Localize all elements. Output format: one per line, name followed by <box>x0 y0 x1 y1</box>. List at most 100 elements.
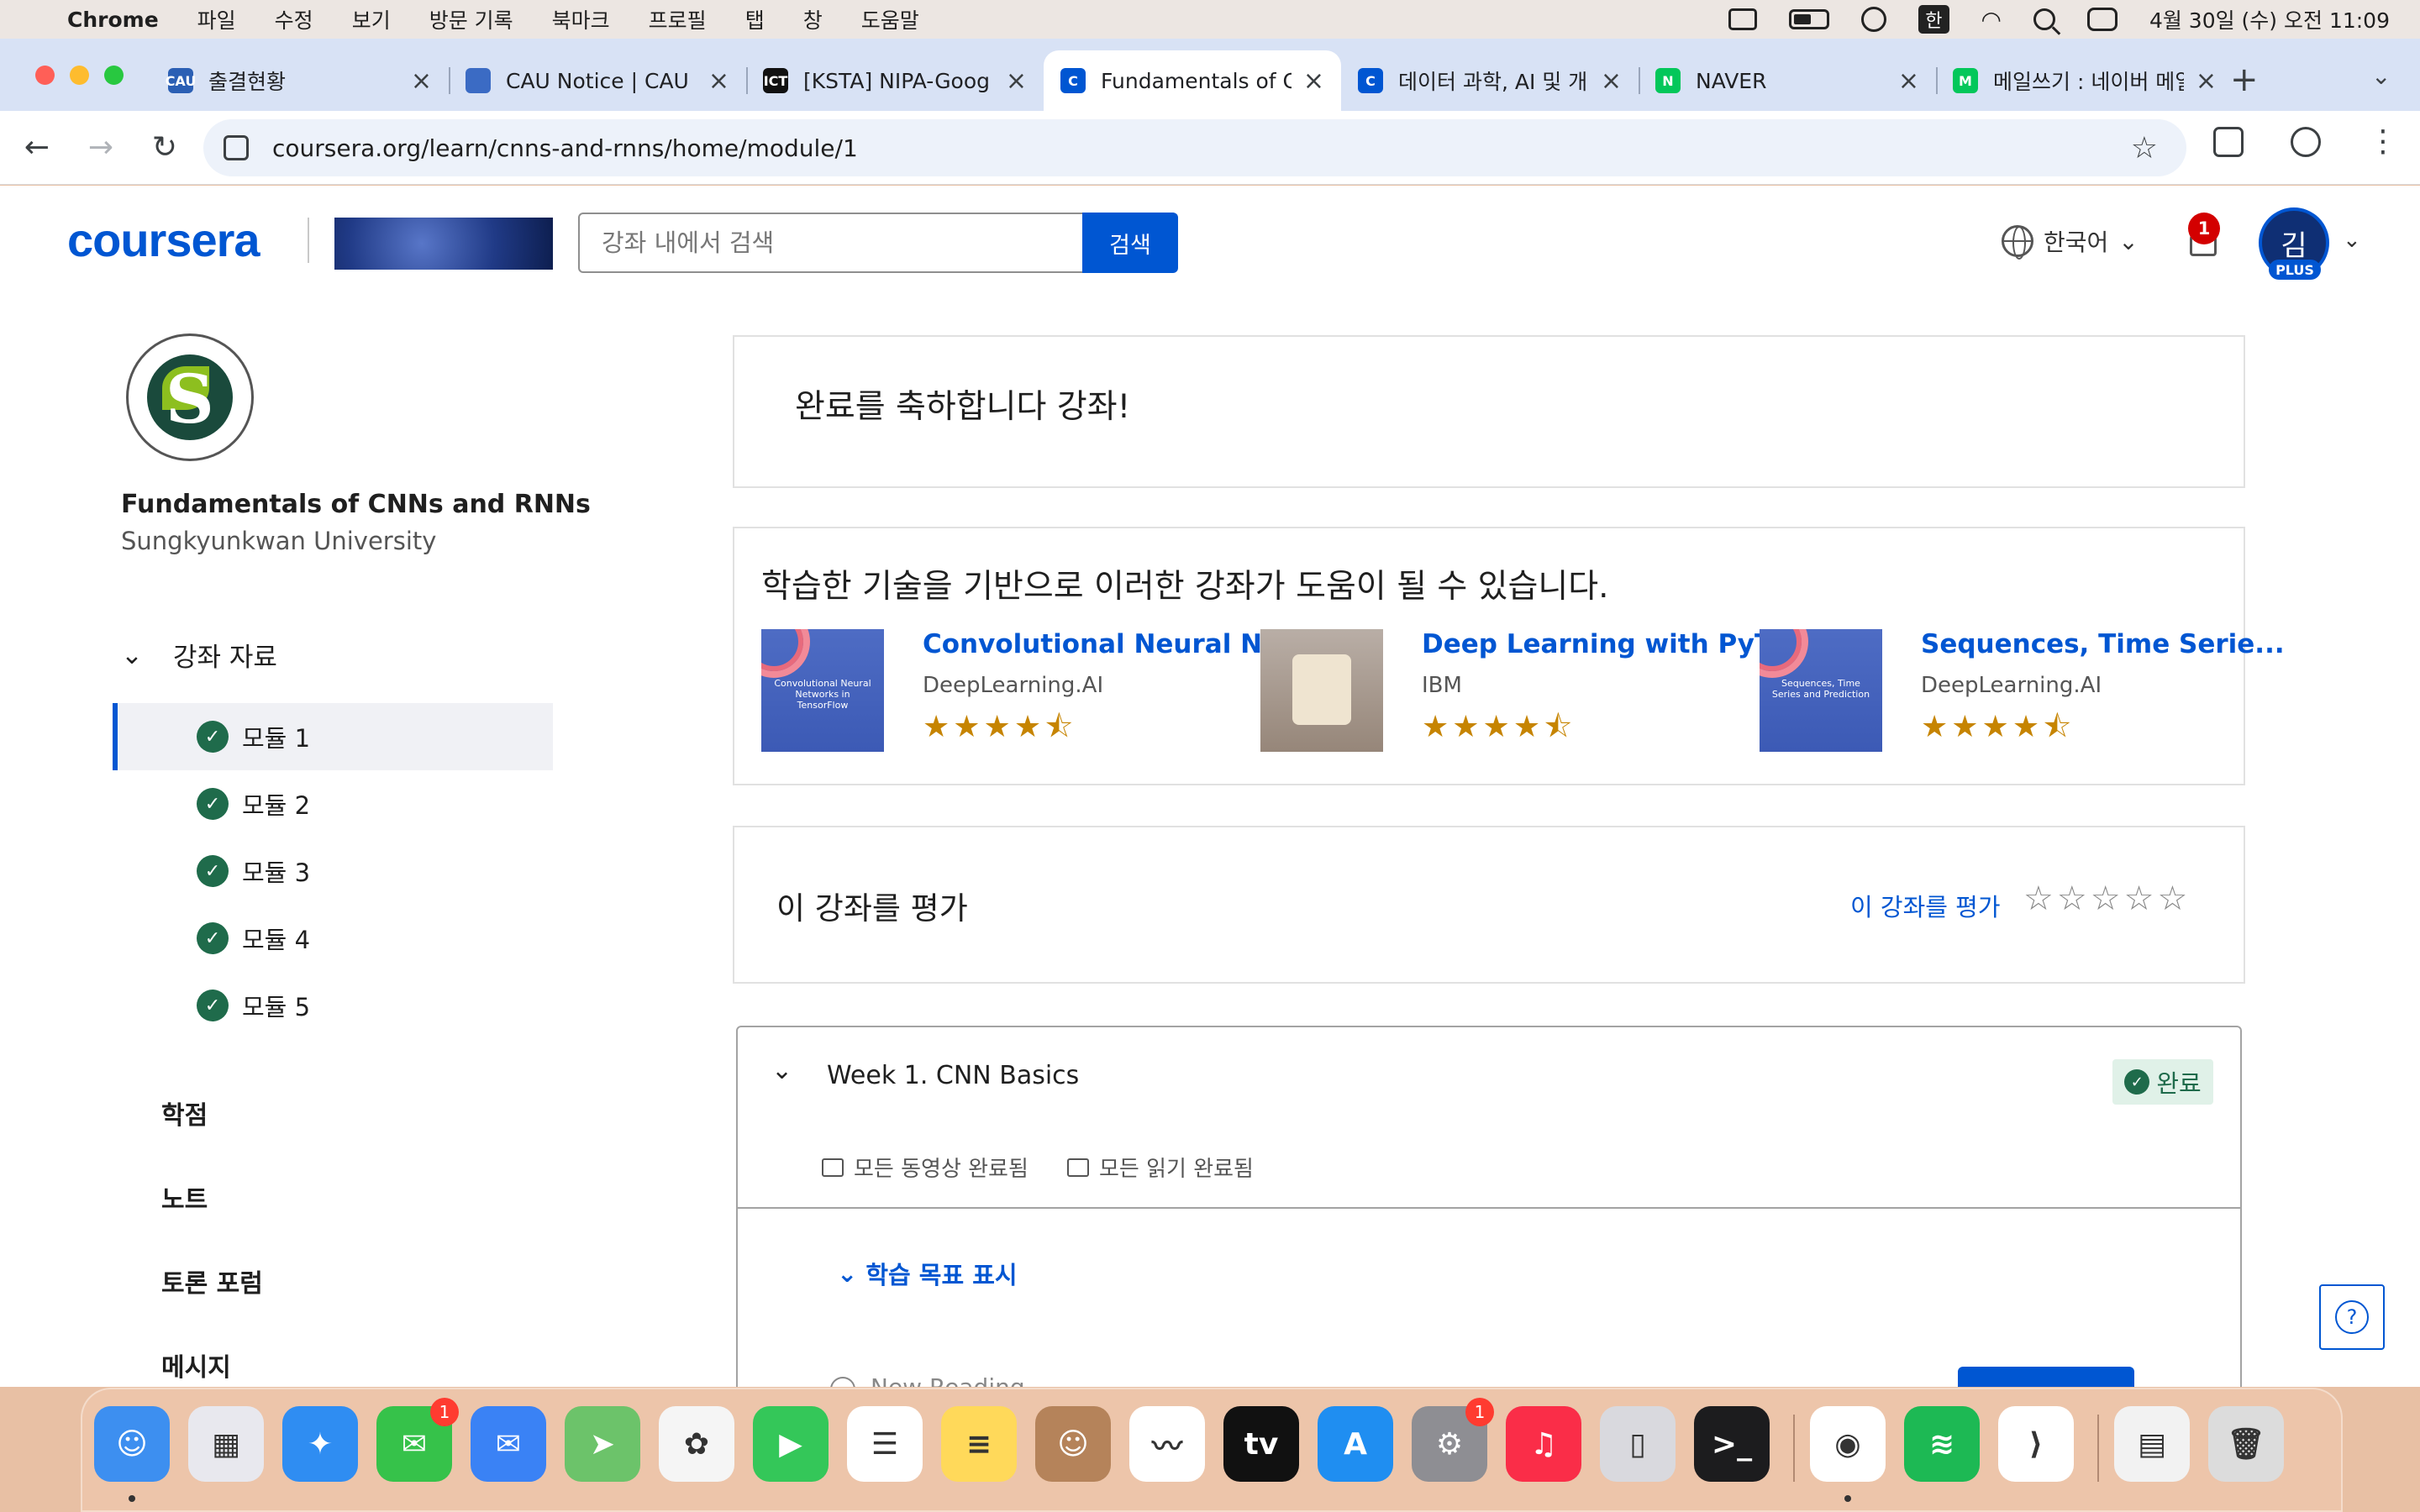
search-button[interactable]: 검색 <box>1082 213 1178 273</box>
sidebar-item-module[interactable]: ✓ 모듈 3 <box>113 837 553 905</box>
menu-help[interactable]: 도움말 <box>861 4 919 34</box>
extensions-icon[interactable] <box>2213 126 2244 157</box>
menu-window[interactable]: 창 <box>803 4 823 34</box>
sidebar-link-grades[interactable]: 학점 <box>161 1095 208 1131</box>
trash-icon[interactable]: 🗑 <box>2208 1406 2284 1482</box>
mail-icon[interactable]: ✉ <box>471 1406 546 1482</box>
language-selector[interactable]: 한국어 ⌄ <box>2002 224 2139 260</box>
recommended-course-title[interactable]: Convolutional Neural N... <box>923 629 1292 659</box>
close-window-button[interactable] <box>35 66 55 85</box>
menubar-clock[interactable]: 4월 30일 (수) 오전 11:09 <box>2149 4 2390 34</box>
recommended-course-title[interactable]: Deep Learning with PyT... <box>1422 629 1798 659</box>
sidebar-item-module[interactable]: ✓ 모듈 4 <box>113 905 553 972</box>
menu-view[interactable]: 보기 <box>352 4 391 34</box>
sidebar-link-forums[interactable]: 토론 포럼 <box>161 1263 263 1299</box>
launchpad-icon[interactable]: ▦ <box>188 1406 264 1482</box>
bookmark-star-icon[interactable]: ☆ <box>2131 131 2158 165</box>
week-title[interactable]: Week 1. CNN Basics <box>827 1061 1079 1090</box>
coursera-logo[interactable]: coursera <box>67 213 260 267</box>
input-method-indicator[interactable]: 한 <box>1918 5 1949 34</box>
browser-tab[interactable]: ICT [KSTA] NIPA-Goog × <box>746 50 1044 111</box>
screen-mirroring-icon[interactable] <box>1728 8 1758 30</box>
finder-icon[interactable]: ☺ <box>94 1406 170 1482</box>
menu-profiles[interactable]: 프로필 <box>649 4 707 34</box>
terminal-icon[interactable]: >_ <box>1694 1406 1770 1482</box>
recommended-course[interactable]: Sequences, Time Series and Prediction Se… <box>1760 629 2285 753</box>
browser-tab[interactable]: CAU Notice | CAU × <box>449 50 746 111</box>
user-account-icon[interactable] <box>1861 7 1887 32</box>
address-bar[interactable]: coursera.org/learn/cnns-and-rnns/home/mo… <box>203 119 2186 176</box>
menu-edit[interactable]: 수정 <box>275 4 313 34</box>
browser-tab[interactable]: C Fundamentals of C × <box>1044 50 1341 111</box>
close-tab-icon[interactable]: × <box>1006 66 1027 96</box>
recommended-course[interactable]: Deep Learning with PyT... IBM ★★★★⯪ <box>1260 629 1798 753</box>
course-thumbnail[interactable]: Convolutional Neural Networks in TensorF… <box>761 629 884 752</box>
music-icon[interactable]: ♫ <box>1506 1406 1581 1482</box>
notes-icon[interactable]: ≡ <box>941 1406 1017 1482</box>
menu-bookmarks[interactable]: 북마크 <box>552 4 610 34</box>
rating-star-input[interactable]: ☆☆☆☆☆ <box>2023 879 2191 918</box>
browser-tab[interactable]: N NAVER × <box>1639 50 1936 111</box>
browser-tab[interactable]: M 메일쓰기 : 네이버 메일 × <box>1936 50 2233 111</box>
minimize-window-button[interactable] <box>70 66 89 85</box>
course-thumbnail[interactable]: Sequences, Time Series and Prediction <box>1760 629 1882 752</box>
app-store-icon[interactable]: A <box>1318 1406 1393 1482</box>
iphone-mirroring-icon[interactable]: ▯ <box>1600 1406 1676 1482</box>
apple-tv-icon[interactable]: tv <box>1223 1406 1299 1482</box>
close-tab-icon[interactable]: × <box>708 66 729 96</box>
facetime-icon[interactable]: ▶ <box>753 1406 829 1482</box>
week-header[interactable]: ⌄ Week 1. CNN Basics ✓ 완료 모든 동영상 완료됨 모든 … <box>738 1027 2240 1209</box>
close-tab-icon[interactable]: × <box>2196 66 2217 96</box>
close-tab-icon[interactable]: × <box>411 66 432 96</box>
recommended-course[interactable]: Convolutional Neural Networks in TensorF… <box>761 629 1292 753</box>
wifi-icon[interactable]: ◠ <box>1981 6 2002 34</box>
course-thumbnail[interactable] <box>1260 629 1383 752</box>
maps-icon[interactable]: ➤ <box>565 1406 640 1482</box>
safari-icon[interactable]: ✦ <box>282 1406 358 1482</box>
sidebar-link-notes[interactable]: 노트 <box>161 1179 208 1215</box>
menu-tab[interactable]: 탭 <box>745 4 765 34</box>
photos-icon[interactable]: ✿ <box>659 1406 734 1482</box>
profile-icon[interactable] <box>2291 126 2321 157</box>
account-menu-chevron-icon[interactable]: ⌄ <box>2343 228 2361 253</box>
sidebar-link-messages[interactable]: 메시지 <box>161 1347 231 1383</box>
close-tab-icon[interactable]: × <box>1601 66 1622 96</box>
browser-tab[interactable]: CAU 출결현황 × <box>151 50 449 111</box>
chevron-down-icon[interactable]: ⌄ <box>771 1056 792 1085</box>
back-button[interactable]: ← <box>5 130 69 165</box>
forward-button[interactable]: → <box>69 130 133 165</box>
spotlight-search-icon[interactable] <box>2033 8 2055 30</box>
close-tab-icon[interactable]: × <box>1898 66 1919 96</box>
sidebar-item-module[interactable]: ✓ 모듈 5 <box>113 972 553 1039</box>
fullscreen-window-button[interactable] <box>104 66 124 85</box>
menu-file[interactable]: 파일 <box>197 4 236 34</box>
help-button[interactable]: ? <box>2319 1284 2385 1350</box>
recommended-course-title[interactable]: Sequences, Time Serie... <box>1921 629 2285 659</box>
url-text[interactable]: coursera.org/learn/cnns-and-rnns/home/mo… <box>272 134 858 162</box>
next-item-label[interactable]: New Reading <box>871 1373 1025 1387</box>
tab-search-chevron-icon[interactable]: ⌄ <box>2371 62 2391 90</box>
menu-history[interactable]: 방문 기록 <box>429 4 513 34</box>
documents-icon[interactable]: ▤ <box>2114 1406 2190 1482</box>
rate-course-link[interactable]: 이 강좌를 평가 <box>1850 888 2001 923</box>
sidebar-item-module[interactable]: ✓ 모듈 1 <box>113 703 553 770</box>
browser-menu-icon[interactable]: ⋮ <box>2368 124 2398 159</box>
spotify-icon[interactable]: ≋ <box>1904 1406 1980 1482</box>
control-center-icon[interactable] <box>2086 8 2118 31</box>
resume-button[interactable] <box>1958 1367 2134 1387</box>
close-tab-icon[interactable]: × <box>1303 66 1324 96</box>
contacts-icon[interactable]: ☺ <box>1035 1406 1111 1482</box>
browser-tab[interactable]: C 데이터 과학, AI 및 개발 × <box>1341 50 1639 111</box>
battery-icon[interactable] <box>1789 9 1830 29</box>
course-search-input[interactable] <box>578 213 1084 273</box>
reload-button[interactable]: ↻ <box>133 130 197 165</box>
chrome-icon[interactable]: ◉ <box>1810 1406 1886 1482</box>
vscode-icon[interactable]: ⟩ <box>1998 1406 2074 1482</box>
reminders-icon[interactable]: ☰ <box>847 1406 923 1482</box>
site-info-icon[interactable] <box>224 135 249 160</box>
new-tab-button[interactable]: + <box>2230 60 2259 99</box>
freeform-icon[interactable]: 〰 <box>1129 1406 1205 1482</box>
course-material-toggle[interactable]: ⌄ 강좌 자료 <box>121 636 277 674</box>
menu-app-name[interactable]: Chrome <box>67 8 159 32</box>
sidebar-item-module[interactable]: ✓ 모듈 2 <box>113 770 553 837</box>
